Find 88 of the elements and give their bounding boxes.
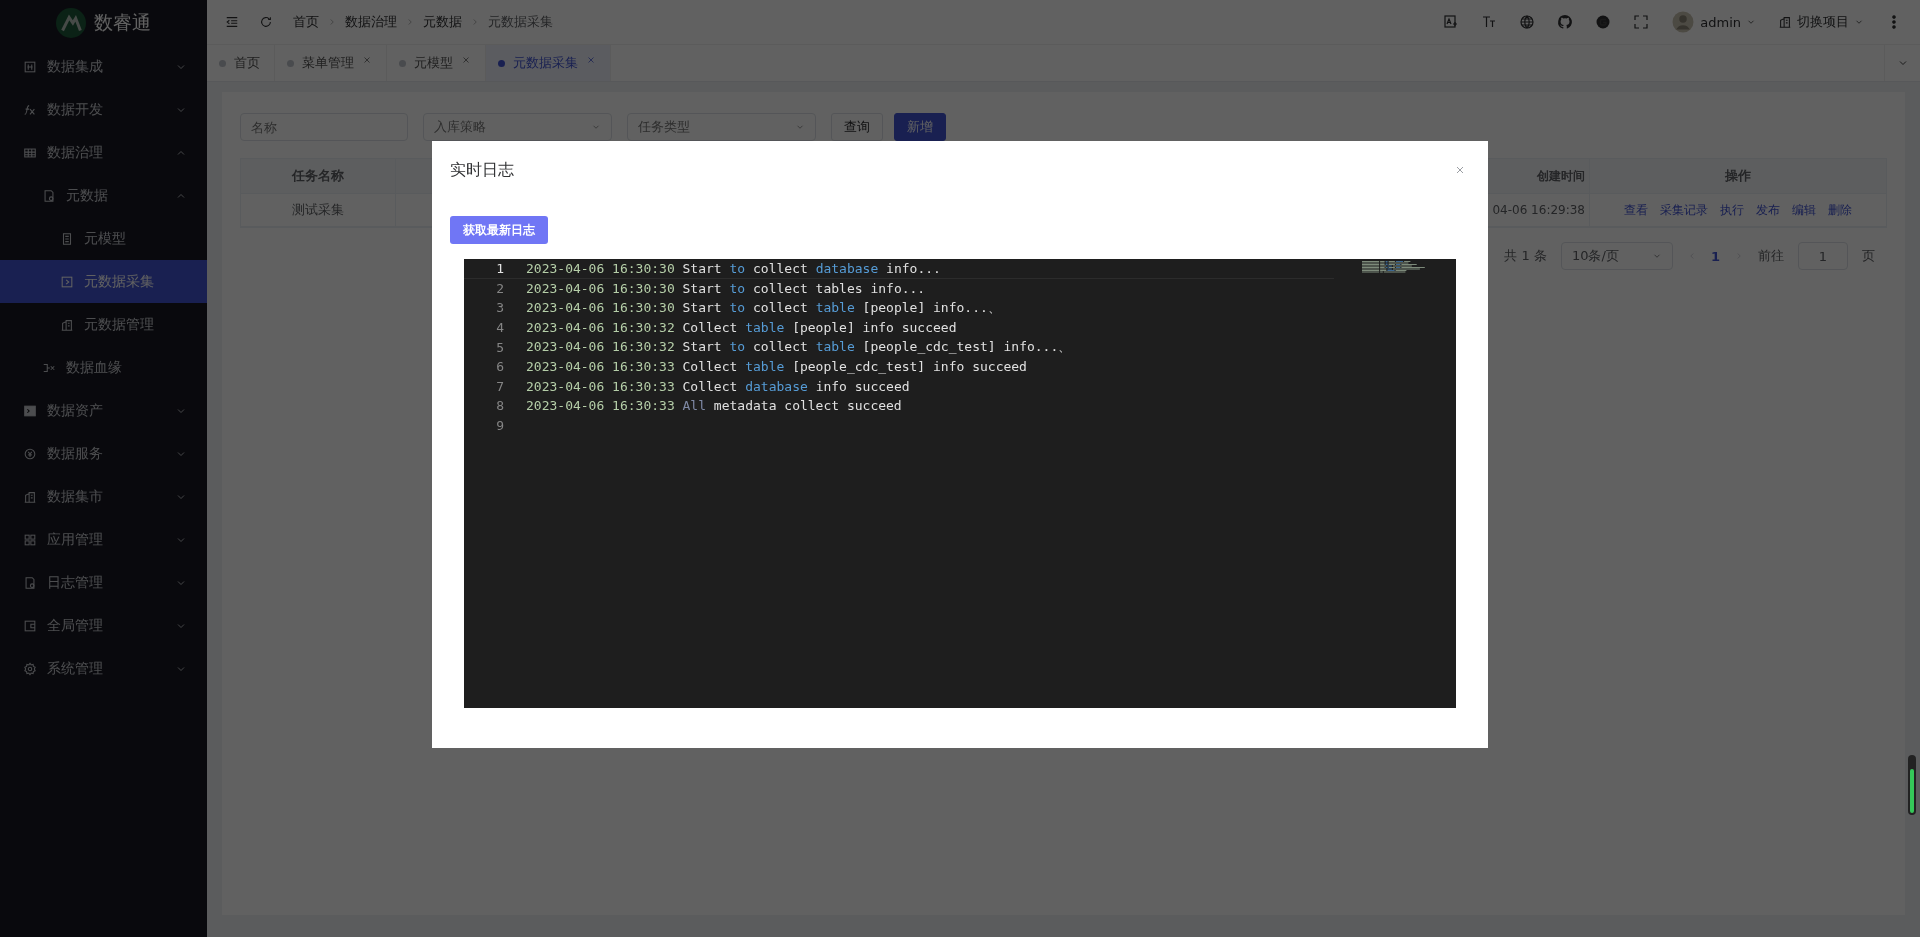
action-link[interactable]: 编辑 — [1792, 201, 1816, 219]
user-menu[interactable]: admin — [1671, 10, 1756, 34]
log-line: 2023-04-06 16:30:30 Start to collect database info... — [526, 260, 941, 276]
menu-item[interactable]: 数据血缘 — [0, 346, 207, 389]
avatar-icon — [1671, 10, 1696, 34]
menu-icon[interactable] — [225, 15, 239, 29]
logo-icon — [56, 7, 86, 38]
breadcrumb-link[interactable]: 首页 — [293, 13, 319, 31]
table-cell: 测试采集 — [241, 194, 396, 226]
action-link[interactable]: 采集记录 — [1660, 201, 1708, 219]
query-button[interactable]: 查询 — [831, 113, 883, 141]
translate-icon[interactable] — [1443, 14, 1460, 30]
font-size-icon[interactable] — [1481, 14, 1498, 30]
log-line: 2023-04-06 16:30:30 Start to collect table [people] info...、 — [526, 299, 1001, 317]
dot-icon — [498, 59, 505, 67]
close-icon[interactable] — [461, 55, 471, 65]
column-header: 操作 — [1724, 167, 1752, 185]
line-number: 6 — [495, 359, 504, 375]
page-input[interactable]: 1 — [1798, 242, 1848, 270]
line-number: 2 — [495, 280, 504, 296]
menu-item[interactable]: 数据资产 — [0, 389, 207, 432]
line-number: 4 — [495, 320, 504, 336]
dot-icon — [399, 59, 406, 67]
menu-item[interactable]: 元模型 — [0, 217, 207, 260]
globe-icon[interactable] — [1519, 14, 1536, 30]
menu-item[interactable]: 数据集成 — [0, 45, 207, 88]
goto-label: 前往 — [1758, 247, 1784, 265]
dot-icon — [219, 59, 226, 67]
dot-icon — [287, 59, 294, 67]
breadcrumb-link[interactable]: 元数据采集 — [488, 13, 553, 31]
terminal-icon — [23, 403, 37, 418]
wallet-icon — [23, 618, 37, 633]
menu-item[interactable]: 数据服务 — [0, 432, 207, 475]
action-link[interactable]: 删除 — [1828, 201, 1852, 219]
log-line: 2023-04-06 16:30:33 Collect database info succeed — [526, 378, 910, 394]
refresh-log-button[interactable]: 获取最新日志 — [450, 216, 548, 244]
app-name: 数睿通 — [94, 9, 151, 35]
building-icon — [23, 489, 37, 504]
scroll-indicator[interactable] — [1908, 755, 1916, 815]
line-number: 1 — [495, 260, 504, 276]
log-line: 2023-04-06 16:30:30 Start to collect tables info... — [526, 280, 926, 296]
building-icon — [60, 317, 74, 332]
page-suffix: 页 — [1862, 247, 1875, 265]
refresh-icon[interactable] — [259, 15, 273, 29]
menu-item[interactable]: 数据集市 — [0, 475, 207, 518]
tab[interactable]: 首页 — [207, 45, 275, 81]
log-line: 2023-04-06 16:30:33 All metadata collect succeed — [526, 398, 902, 414]
settings-icon — [23, 661, 37, 676]
action-link[interactable]: 查看 — [1624, 201, 1648, 219]
action-link[interactable]: 发布 — [1756, 201, 1780, 219]
breadcrumb-link[interactable]: 数据治理 — [345, 13, 397, 31]
menu-item[interactable]: 数据开发 — [0, 88, 207, 131]
github-icon[interactable] — [1557, 14, 1574, 30]
close-icon[interactable] — [1454, 164, 1466, 176]
play-icon — [60, 274, 74, 289]
line-number: 9 — [495, 418, 504, 434]
action-link[interactable]: 执行 — [1720, 201, 1744, 219]
close-icon[interactable] — [362, 55, 372, 65]
document-icon — [23, 575, 37, 590]
log-line: 2023-04-06 16:30:33 Collect table [people_cdc_test] info succeed — [526, 359, 1027, 375]
coin-icon — [23, 446, 37, 461]
add-button[interactable]: 新增 — [894, 113, 946, 141]
page-number[interactable]: 1 — [1710, 248, 1720, 264]
page-size-select[interactable]: 10条/页 — [1560, 242, 1673, 270]
column-header: 任务名称 — [241, 159, 396, 193]
apps-icon — [23, 532, 37, 547]
document-icon — [42, 188, 56, 203]
close-icon[interactable] — [586, 55, 596, 65]
menu-item[interactable]: 元数据采集 — [0, 260, 207, 303]
list-icon — [60, 231, 74, 246]
breadcrumb-link[interactable]: 元数据 — [423, 13, 462, 31]
tab[interactable]: 元数据采集 — [486, 45, 611, 81]
line-number: 3 — [495, 300, 504, 316]
table-icon — [23, 59, 37, 74]
dialog-title: 实时日志 — [450, 159, 514, 181]
line-number: 8 — [495, 398, 504, 414]
building-icon — [1778, 15, 1792, 29]
menu-item[interactable]: 元数据 — [0, 174, 207, 217]
line-number: 5 — [495, 339, 504, 355]
grid-icon — [23, 145, 37, 160]
log-line: 2023-04-06 16:30:32 Collect table [people] info succeed — [526, 320, 957, 336]
fullscreen-icon[interactable] — [1633, 14, 1650, 30]
project-switch[interactable]: 切换项目 — [1778, 13, 1864, 31]
total-count: 共 1 条 — [1504, 247, 1547, 265]
log-line: 2023-04-06 16:30:32 Start to collect table [people_cdc_test] info...、 — [526, 338, 1072, 357]
tab[interactable]: 菜单管理 — [275, 45, 387, 81]
line-number: 7 — [495, 378, 504, 394]
function-icon — [23, 102, 37, 117]
